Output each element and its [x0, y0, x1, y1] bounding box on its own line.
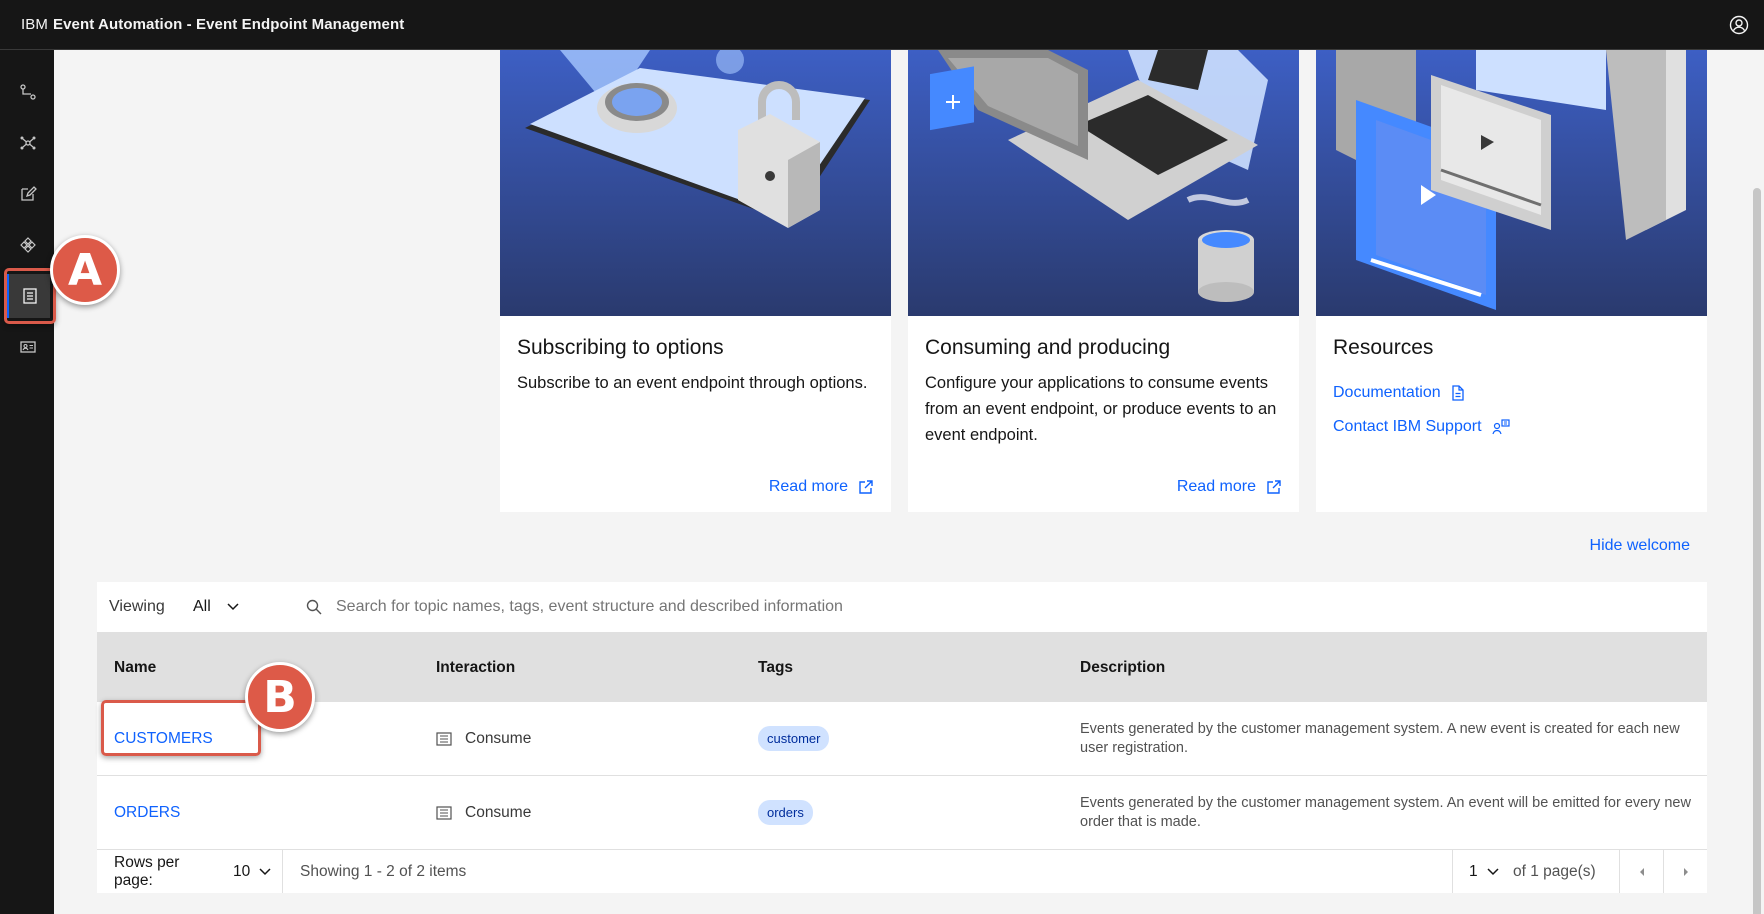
topology-icon	[20, 84, 36, 100]
external-link-icon	[1267, 480, 1281, 494]
scrollbar-thumb[interactable]	[1753, 188, 1761, 914]
page-scrollbar[interactable]	[1750, 50, 1764, 914]
header-description[interactable]: Description	[1063, 659, 1707, 677]
header-interaction[interactable]: Interaction	[419, 659, 741, 677]
hide-welcome-link[interactable]: Hide welcome	[1590, 537, 1690, 555]
tag-badge: customer	[758, 726, 830, 751]
table-row[interactable]: CUSTOMERS Consume customer Events genera…	[97, 702, 1707, 776]
chevron-down-icon	[259, 867, 271, 875]
annotation-badge-b: B	[245, 662, 315, 732]
card-subscribing: Subscribing to options Subscribe to an e…	[500, 50, 891, 512]
card-title: Subscribing to options	[517, 336, 724, 359]
description-cell: Events generated by the customer managem…	[1080, 794, 1691, 830]
card-title: Resources	[1333, 336, 1434, 359]
interaction-cell: Consume	[436, 730, 741, 748]
nav-item-edit[interactable]	[6, 172, 50, 216]
user-avatar-icon	[1729, 15, 1749, 35]
header-tags[interactable]: Tags	[741, 659, 1063, 677]
table-header-row: Name Interaction Tags Description	[97, 633, 1707, 702]
caret-right-icon	[1683, 867, 1688, 876]
support-contact-icon	[1491, 419, 1510, 435]
search-input[interactable]	[336, 598, 1536, 616]
product-name: Event Automation - Event Endpoint Manage…	[52, 16, 405, 33]
previous-page-button[interactable]	[1620, 850, 1663, 893]
app-brand[interactable]: IBM Event Automation - Event Endpoint Man…	[0, 16, 404, 33]
pagination-bar: Rows per page: 10 Showing 1 - 2 of 2 ite…	[97, 850, 1707, 893]
page-number-value: 1	[1469, 862, 1478, 880]
chevron-down-icon	[1487, 867, 1499, 875]
catalog-icon	[436, 731, 452, 746]
documentation-label: Documentation	[1333, 384, 1441, 401]
interaction-label: Consume	[465, 729, 532, 747]
consume-illustration	[908, 50, 1299, 316]
subscribe-illustration	[500, 50, 891, 316]
viewing-filter-dropdown[interactable]: All	[193, 598, 301, 616]
card-description: Subscribe to an event endpoint through o…	[517, 374, 868, 392]
id-badge-icon	[20, 341, 36, 353]
annotation-box-a	[4, 268, 56, 324]
event-endpoint-catalog-table: Viewing All Name Interaction Tags Descri…	[97, 582, 1707, 893]
edit-icon	[21, 186, 37, 201]
rows-per-page-value: 10	[233, 862, 251, 880]
nav-item-network[interactable]	[6, 121, 50, 165]
user-avatar-button[interactable]	[1726, 12, 1752, 38]
nav-item-plugin[interactable]	[6, 223, 50, 267]
card-consuming: Consuming and producing Configure your a…	[908, 50, 1299, 512]
search-icon	[306, 599, 322, 615]
rows-per-page-select[interactable]: 10	[221, 863, 282, 881]
contact-support-link[interactable]: Contact IBM Support	[1333, 418, 1690, 436]
items-range-text: Showing 1 - 2 of 2 items	[300, 862, 467, 880]
rows-per-page-label: Rows per page:	[114, 853, 180, 889]
read-more-link[interactable]: Read more	[1177, 478, 1282, 496]
topic-name-link[interactable]: ORDERS	[114, 804, 180, 821]
viewing-label: Viewing	[109, 598, 165, 615]
card-title: Consuming and producing	[925, 336, 1171, 359]
next-page-button[interactable]	[1664, 850, 1707, 893]
description-cell: Events generated by the customer managem…	[1080, 720, 1680, 756]
top-header: IBM Event Automation - Event Endpoint Man…	[0, 0, 1764, 50]
total-pages-text: of 1 page(s)	[1513, 862, 1596, 880]
side-nav-rail	[0, 50, 54, 914]
brand-prefix: IBM	[21, 16, 48, 33]
annotation-box-b	[101, 700, 261, 756]
network-icon	[20, 136, 36, 150]
nav-item-id-badge[interactable]	[6, 325, 50, 369]
caret-left-icon	[1639, 867, 1644, 876]
chevron-down-icon	[227, 603, 239, 611]
catalog-icon	[436, 805, 452, 820]
resources-illustration	[1316, 50, 1707, 316]
annotation-badge-a: A	[50, 235, 120, 305]
tag-badge: orders	[758, 800, 813, 825]
interaction-label: Consume	[465, 803, 532, 821]
documentation-link[interactable]: Documentation	[1333, 384, 1690, 402]
read-more-label: Read more	[768, 478, 848, 495]
plugin-icon	[20, 237, 36, 253]
table-row[interactable]: ORDERS Consume orders Events generated b…	[97, 776, 1707, 850]
page-number-select[interactable]: 1	[1453, 863, 1513, 881]
contact-support-label: Contact IBM Support	[1333, 418, 1482, 435]
viewing-value: All	[193, 598, 211, 615]
nav-item-topology[interactable]	[6, 70, 50, 114]
read-more-link[interactable]: Read more	[769, 478, 874, 496]
card-description: Configure your applications to consume e…	[925, 374, 1277, 444]
document-icon	[1451, 385, 1464, 401]
card-resources: Resources Documentation Contact IBM Supp…	[1316, 50, 1707, 512]
interaction-cell: Consume	[436, 804, 741, 822]
table-toolbar: Viewing All	[97, 582, 1707, 633]
read-more-label: Read more	[1176, 478, 1256, 495]
external-link-icon	[859, 480, 873, 494]
